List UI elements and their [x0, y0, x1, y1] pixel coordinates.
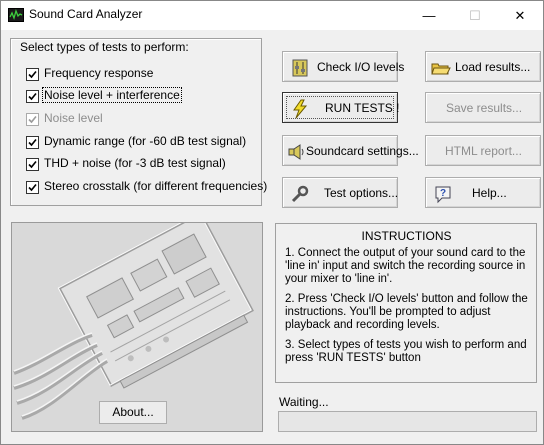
instruction-step: 1. Connect the output of your sound card…	[285, 247, 526, 285]
close-button[interactable]: ✕	[497, 1, 543, 30]
lightning-icon	[290, 99, 310, 119]
checkbox-box[interactable]	[26, 90, 39, 103]
about-button[interactable]: About...	[99, 401, 167, 424]
check-io-levels-label: Check I/O levels	[317, 60, 405, 74]
test-options-label: Test options...	[324, 186, 399, 200]
checkbox-label: THD + noise (for -3 dB test signal)	[44, 156, 226, 170]
save-results-label: Save results...	[446, 101, 523, 115]
help-icon: ?	[433, 184, 453, 204]
title-bar[interactable]: Sound Card Analyzer — ☐ ✕	[1, 1, 543, 30]
instructions-title: INSTRUCTIONS	[361, 229, 452, 243]
speaker-icon	[287, 142, 307, 162]
progress-bar	[278, 411, 537, 432]
checkbox-label: Frequency response	[44, 66, 154, 80]
save-results-button: Save results...	[425, 92, 541, 123]
run-tests-label: RUN TESTS !	[325, 101, 400, 115]
checkbox-box[interactable]	[26, 181, 39, 194]
instructions-panel: INSTRUCTIONS 1. Connect the output of yo…	[275, 223, 537, 383]
main-window: Sound Card Analyzer — ☐ ✕ Select types o…	[0, 0, 544, 445]
checkbox-box[interactable]	[26, 158, 39, 171]
checkbox-label: Noise level + interference	[42, 87, 182, 103]
test-options-button[interactable]: Test options...	[282, 177, 398, 208]
help-button[interactable]: ? Help...	[425, 177, 541, 208]
maximize-button[interactable]: ☐	[452, 1, 498, 30]
sliders-icon	[290, 58, 310, 78]
help-label: Help...	[472, 186, 507, 200]
html-report-label: HTML report...	[445, 144, 522, 158]
tests-group-legend: Select types of tests to perform:	[18, 40, 191, 54]
wrench-icon	[290, 184, 310, 204]
load-results-label: Load results...	[455, 60, 531, 74]
checkbox-box[interactable]	[26, 136, 39, 149]
window-title: Sound Card Analyzer	[29, 7, 143, 21]
checkbox-box[interactable]	[26, 68, 39, 81]
soundcard-settings-label: Soundcard settings...	[306, 144, 419, 158]
status-text: Waiting...	[279, 395, 329, 409]
html-report-button: HTML report...	[425, 135, 541, 166]
load-results-button[interactable]: Load results...	[425, 51, 541, 82]
soundcard-settings-button[interactable]: Soundcard settings...	[282, 135, 419, 166]
svg-text:?: ?	[440, 188, 446, 199]
minimize-button[interactable]: —	[406, 1, 452, 30]
open-folder-icon	[431, 58, 451, 78]
checkbox-box	[26, 113, 39, 126]
instruction-step: 3. Select types of tests you wish to per…	[285, 339, 527, 364]
checkbox-label: Dynamic range (for -60 dB test signal)	[44, 134, 247, 148]
check-io-levels-button[interactable]: Check I/O levels	[282, 51, 404, 82]
run-tests-button[interactable]: RUN TESTS !	[282, 92, 400, 123]
checkbox-label: Noise level	[44, 111, 103, 125]
instruction-step: 2. Press 'Check I/O levels' button and f…	[285, 293, 528, 331]
checkbox-label: Stereo crosstalk (for different frequenc…	[44, 179, 268, 193]
app-icon	[8, 8, 24, 22]
